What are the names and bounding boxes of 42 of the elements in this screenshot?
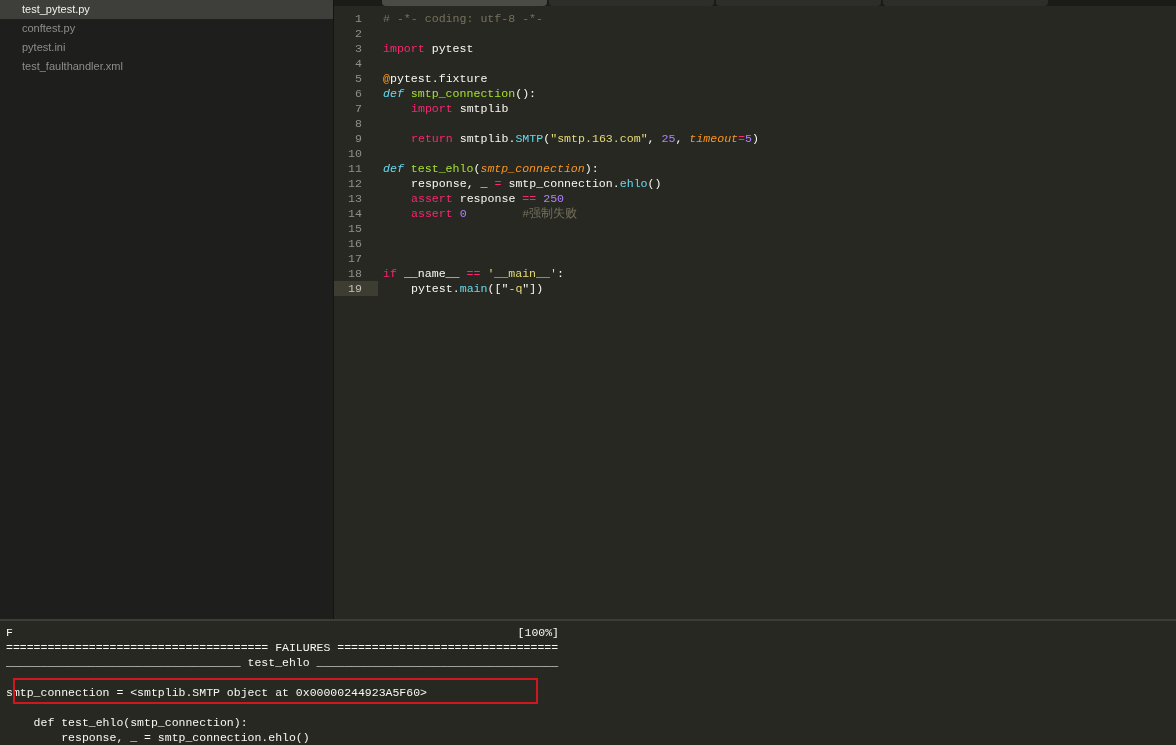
code-line: @pytest.fixture [383, 72, 488, 85]
code-line: # -*- coding: utf-8 -*- [383, 12, 544, 25]
code-line: def test_ehlo(smtp_connection): [383, 162, 599, 175]
output-text: __________________________________ test_ehlo ___________________________________ [6, 655, 559, 670]
line-number: 2 [355, 27, 362, 40]
line-number: 9 [355, 132, 362, 145]
code-line: return smtplib.SMTP("smtp.163.com", 25, timeout=5) [411, 132, 759, 145]
code-line: def smtp_connection(): [383, 87, 537, 100]
code-line: response, _ = smtp_connection.ehlo() [411, 177, 662, 190]
file-item[interactable]: test_faulthandler.xml [0, 57, 333, 76]
code-line: import smtplib [411, 102, 509, 115]
line-number: 4 [355, 57, 362, 70]
line-number: 15 [348, 222, 362, 235]
line-number: 19 [348, 282, 362, 295]
line-number: 7 [355, 102, 362, 115]
line-number: 11 [348, 162, 362, 175]
tab[interactable] [382, 0, 547, 6]
line-number: 14 [348, 207, 362, 220]
progress-percent: [100%] [517, 625, 559, 640]
output-text: response, _ = smtp_connection.ehlo() [60, 730, 310, 745]
line-number: 18 [348, 267, 362, 280]
line-number: 8 [355, 117, 362, 130]
code-line: import pytest [383, 42, 474, 55]
file-item[interactable]: conftest.py [0, 19, 333, 38]
output-text: ====================================== FAILURES ================================ [6, 640, 559, 655]
output-text: F [6, 625, 13, 640]
code-line: if __name__ == '__main__': [383, 267, 564, 280]
line-number: 13 [348, 192, 362, 205]
file-item[interactable]: test_pytest.py [0, 0, 333, 19]
line-number: 1 [355, 12, 362, 25]
line-number: 6 [355, 87, 362, 100]
code-line: assert 0 #强制失败 [411, 207, 578, 220]
line-number: 3 [355, 42, 362, 55]
output-text: def test_ehlo(smtp_connection): [32, 715, 248, 730]
code-line: pytest.main(["-q"]) [411, 282, 544, 295]
line-number: 5 [355, 72, 362, 85]
line-number: 10 [348, 147, 362, 160]
code-line: assert response == 250 [411, 192, 565, 205]
line-number: 16 [348, 237, 362, 250]
file-item[interactable]: pytest.ini [0, 38, 333, 57]
line-number: 17 [348, 252, 362, 265]
line-number: 12 [348, 177, 362, 190]
